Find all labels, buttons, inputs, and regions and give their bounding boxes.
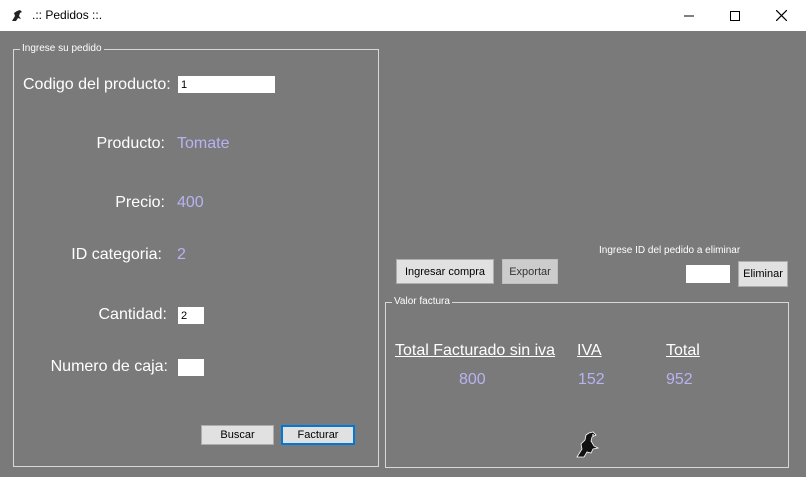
pedidos-window: .:: Pedidos ::. Ingrese su pedido Codigo… [0, 0, 806, 477]
eliminar-button[interactable]: Eliminar [738, 261, 788, 287]
horse-logo-icon [576, 431, 600, 458]
precio-value: 400 [177, 194, 204, 211]
title-bar[interactable]: .:: Pedidos ::. [0, 0, 806, 32]
total-sin-iva-header: Total Facturado sin iva [395, 342, 556, 359]
total-value: 952 [666, 371, 693, 388]
cantidad-input[interactable] [177, 306, 205, 325]
buscar-button[interactable]: Buscar [201, 425, 274, 445]
horse-logo-icon [12, 10, 22, 21]
eliminar-id-input[interactable] [685, 264, 731, 284]
client-area: Ingrese su pedido Codigo del producto: P… [0, 31, 806, 477]
eliminar-prompt-label: Ingrese ID del pedido a eliminar [599, 245, 741, 256]
precio-label: Precio: [115, 194, 165, 211]
minimize-icon [684, 15, 694, 16]
caja-input[interactable] [177, 358, 205, 377]
order-group-legend: Ingrese su pedido [22, 43, 102, 54]
categoria-value: 2 [177, 246, 186, 263]
close-icon [775, 10, 787, 21]
codigo-label: Codigo del producto: [23, 76, 171, 93]
iva-value: 152 [578, 371, 605, 388]
cantidad-label: Cantidad: [98, 306, 168, 323]
window-title: .:: Pedidos ::. [32, 8, 103, 22]
maximize-icon [730, 10, 740, 21]
producto-value: Tomate [177, 135, 230, 152]
minimize-button[interactable] [666, 0, 712, 31]
categoria-label: ID categoria: [71, 246, 162, 263]
producto-label: Producto: [96, 135, 165, 152]
maximize-button[interactable] [712, 0, 758, 31]
codigo-input[interactable] [177, 75, 276, 94]
iva-header: IVA [577, 342, 602, 359]
facturar-button[interactable]: Facturar [281, 425, 355, 445]
total-header: Total [666, 342, 700, 359]
caja-label: Numero de caja: [50, 358, 168, 375]
ingresar-compra-button[interactable]: Ingresar compra [396, 259, 494, 284]
total-sin-iva-value: 800 [459, 371, 486, 388]
invoice-group-legend: Valor factura [394, 296, 450, 307]
close-button[interactable] [758, 0, 804, 31]
exportar-button[interactable]: Exportar [502, 259, 558, 284]
